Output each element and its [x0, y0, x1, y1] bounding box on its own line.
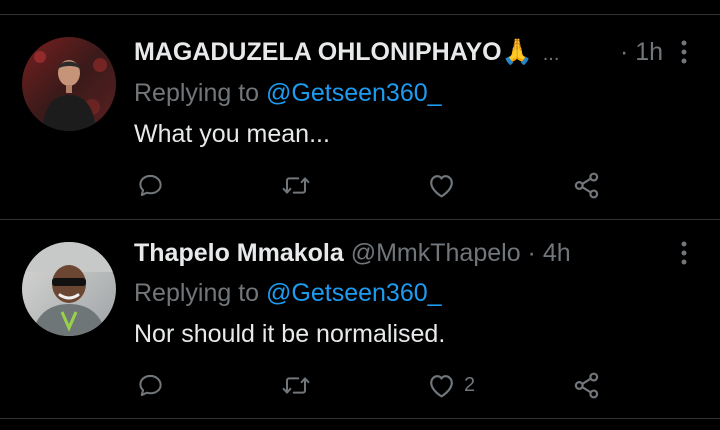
tweet-text: Nor should it be normalised. — [134, 320, 446, 348]
user-photo-avatar-icon — [22, 37, 116, 131]
retweet-button[interactable] — [281, 170, 311, 200]
more-vertical-icon[interactable] — [678, 39, 690, 65]
replying-handle-link[interactable]: @Getseen360_ — [266, 279, 442, 307]
display-name[interactable]: MAGADUZELA OHLONIPHAYO🙏 — [134, 38, 533, 66]
like-button[interactable] — [427, 170, 464, 200]
tweet-header: MAGADUZELA OHLONIPHAYO🙏... — [134, 37, 559, 69]
timestamp[interactable]: 4h — [543, 239, 571, 267]
share-icon — [574, 372, 599, 398]
timestamp-group: · 1h — [620, 37, 663, 67]
avatar[interactable] — [22, 242, 116, 336]
bottom-divider — [0, 418, 720, 419]
heart-icon — [430, 174, 453, 197]
tweet-1[interactable]: MAGADUZELA OHLONIPHAYO🙏... · 1h Replying… — [0, 0, 720, 220]
reply-button[interactable] — [137, 170, 164, 200]
reply-icon — [139, 374, 162, 396]
separator-dot: · — [620, 38, 629, 66]
separator-dot: · — [527, 239, 536, 267]
user-handle[interactable]: @MmkThapelo — [351, 239, 521, 267]
share-icon — [574, 172, 599, 198]
reply-button[interactable] — [137, 370, 164, 400]
like-count: 2 — [464, 373, 476, 396]
display-name[interactable]: Thapelo Mmakola — [134, 239, 344, 267]
tweet-header: Thapelo Mmakola @MmkThapelo · 4h — [134, 238, 571, 268]
share-button[interactable] — [572, 370, 601, 400]
timestamp[interactable]: 1h — [635, 38, 663, 66]
replying-prefix: Replying to — [134, 79, 267, 107]
user-photo-avatar-icon — [22, 242, 116, 336]
tweet-2[interactable]: Thapelo Mmakola @MmkThapelo · 4h Replyin… — [0, 220, 720, 420]
replying-to: Replying to @Getseen360_ — [134, 278, 442, 308]
reply-icon — [139, 174, 162, 196]
share-button[interactable] — [572, 170, 601, 200]
retweet-icon — [282, 176, 310, 194]
avatar[interactable] — [22, 37, 116, 131]
replying-to: Replying to @Getseen360_ — [134, 78, 442, 108]
retweet-button[interactable] — [281, 370, 311, 400]
truncated-ellipsis: ... — [542, 43, 560, 65]
heart-icon — [430, 374, 453, 397]
replying-handle-link[interactable]: @Getseen360_ — [266, 79, 442, 107]
more-vertical-icon[interactable] — [678, 240, 690, 266]
retweet-icon — [282, 376, 310, 394]
tweet-text: What you mean... — [134, 120, 330, 148]
replying-prefix: Replying to — [134, 279, 267, 307]
like-button[interactable]: 2 — [427, 370, 475, 400]
